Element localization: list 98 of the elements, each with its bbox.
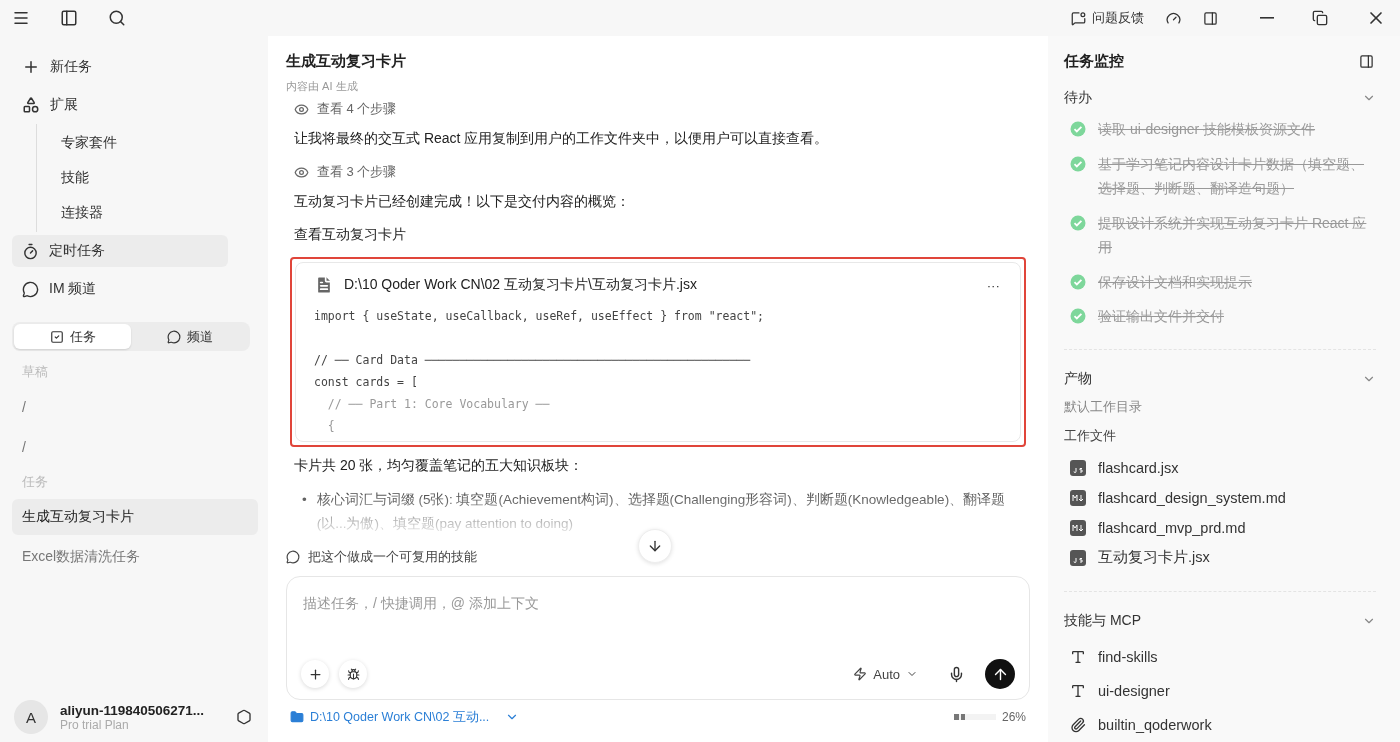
plus-icon	[307, 666, 323, 682]
segment-tab[interactable]: 频道	[131, 324, 248, 349]
script-file-icon	[1070, 459, 1086, 476]
script-file-icon	[1070, 549, 1086, 566]
chat-icon	[22, 280, 39, 298]
chat-icon	[286, 550, 300, 564]
search-icon	[108, 9, 126, 27]
gauge-icon	[1166, 10, 1181, 26]
maximize-button[interactable]	[1310, 8, 1330, 28]
bug-button[interactable]	[339, 660, 367, 688]
bullet-text: 核心词汇与词缀 (5张): 填空题(Achievement构词)、选择题(Challenging形容词)、判断题(Knowledgeable)、翻译题(以...为傲)、填空题(pay attention to doing)	[316, 491, 1007, 533]
task-item[interactable]: 生成互动复习卡片	[12, 499, 258, 535]
code-line: // ── Part 1: Core Vocabulary ──	[326, 396, 551, 413]
skill-item[interactable]: builtin_qoderwork	[1064, 708, 1376, 742]
feedback-button[interactable]: 问题反馈	[1069, 7, 1146, 29]
scroll-down-button[interactable]	[638, 529, 672, 563]
file-path: D:\10 Qoder Work CN\02 互动复习卡片\互动复习卡片.jsx	[344, 276, 698, 294]
eye-icon	[294, 101, 309, 117]
more-button[interactable]: ···	[984, 275, 1002, 295]
todo-text: 验证输出文件并交付	[1098, 307, 1224, 326]
steps-toggle[interactable]: 查看 4 个步骤	[294, 98, 397, 120]
usage-percent: 26%	[1001, 710, 1026, 724]
settings-button[interactable]	[234, 707, 254, 727]
microphone-icon	[948, 665, 965, 683]
subsection-heading: 工作文件	[1064, 427, 1117, 445]
todo-text: 读取 ui-designer 技能模板资源文件	[1098, 120, 1316, 139]
code-line: // ── Card Data ───────────────────────────────────────────────	[314, 352, 752, 369]
file-item[interactable]: 互动复习卡片.jsx	[1064, 542, 1376, 573]
nav-item[interactable]: IM 频道	[12, 273, 258, 305]
bullet-marker: •	[302, 491, 307, 509]
nav-item[interactable]: 连接器	[37, 197, 258, 229]
shapes-icon	[22, 96, 40, 114]
group-heading: 草稿	[21, 363, 49, 381]
code-line: {	[326, 418, 336, 435]
task-item[interactable]: /	[12, 429, 258, 465]
checkbox-icon	[49, 329, 64, 344]
file-item[interactable]: flashcard_mvp_prd.md	[1064, 512, 1376, 543]
suggestion-chip[interactable]: 把这个做成一个可复用的技能	[286, 544, 477, 570]
user-avatar: A	[14, 700, 48, 734]
nav-item[interactable]: 技能	[37, 162, 258, 194]
task-item[interactable]: /	[12, 389, 258, 425]
settings-icon	[236, 709, 252, 725]
panel-toggle-button[interactable]	[1357, 52, 1376, 71]
group-heading: 任务	[21, 473, 49, 491]
nav-item[interactable]: 专家套件	[37, 127, 258, 159]
section-header[interactable]: 待办	[1064, 89, 1376, 107]
message-text: 让我将最终的交互式 React 应用复制到用户的工作文件夹中，以便用户可以直接查看。	[294, 129, 830, 148]
bug-icon	[346, 667, 360, 681]
code-line: import { useState, useCallback, useRef, useEffect } from "react";	[314, 308, 766, 325]
section-header[interactable]: 产物	[1064, 369, 1376, 388]
section-header[interactable]: 技能与 MCP	[1064, 612, 1376, 630]
message-icon	[1071, 10, 1086, 26]
add-button[interactable]	[301, 660, 329, 688]
markdown-file-icon	[1070, 489, 1086, 506]
todo-text: 基于学习笔记内容设计卡片数据（填空题、选择题、判断题、翻译造句题）	[1098, 154, 1365, 198]
todo-text: 提取设计系统并实现互动复习卡片 React 应用	[1098, 213, 1368, 257]
message-text: 卡片共 20 张，均匀覆盖笔记的五大知识板块：	[294, 456, 585, 475]
paperclip-icon	[1070, 717, 1086, 733]
segment-tab[interactable]: 任务	[14, 324, 131, 349]
steps-toggle[interactable]: 查看 3 个步骤	[294, 161, 397, 183]
chat-icon	[166, 329, 181, 344]
arrow-down-icon	[647, 538, 663, 554]
minimize-icon	[1260, 17, 1274, 19]
letter-t-icon	[1070, 649, 1086, 665]
message-field[interactable]: 描述任务，/ 快捷调用，@ 添加上下文 Auto	[286, 576, 1030, 700]
send-button[interactable]	[985, 659, 1015, 689]
folder-link[interactable]: D:\10 Qoder Work CN\02 互动...	[290, 708, 520, 726]
mode-dropdown[interactable]: Auto	[847, 665, 924, 683]
task-item[interactable]: Excel数据清洗任务	[12, 539, 258, 575]
eye-icon	[294, 164, 309, 180]
file-item[interactable]: flashcard.jsx	[1064, 452, 1376, 483]
user-name: aliyun-119840506271...	[60, 702, 206, 718]
todo-text: 保存设计文档和实现提示	[1098, 272, 1252, 292]
task-title: 生成互动复习卡片	[286, 52, 407, 71]
panel-icon	[1203, 10, 1218, 26]
message-text: 查看互动复习卡片	[294, 225, 407, 244]
nav-item[interactable]: 扩展	[12, 89, 258, 121]
panel-title: 任务监控	[1064, 52, 1124, 71]
sidebar-icon	[60, 9, 78, 27]
nav-item[interactable]: 新任务	[12, 51, 258, 83]
letter-t-icon	[1070, 683, 1086, 699]
message-text: 互动复习卡片已经创建完成！以下是交付内容的概览：	[294, 192, 631, 211]
code-line: const cards = [	[314, 374, 419, 391]
folder-icon	[290, 710, 304, 724]
ai-notice: 内容由 AI 生成	[286, 79, 359, 94]
markdown-file-icon	[1070, 519, 1086, 536]
menu-icon	[12, 9, 30, 27]
nav-item[interactable]: 定时任务	[12, 235, 228, 267]
restore-icon	[1312, 10, 1328, 26]
timer-icon	[22, 242, 39, 260]
file-item[interactable]: flashcard_design_system.md	[1064, 482, 1376, 513]
directory-label: 默认工作目录	[1064, 397, 1143, 416]
skill-item[interactable]: find-skills	[1064, 640, 1376, 674]
plus-icon	[22, 58, 40, 76]
skill-item[interactable]: ui-designer	[1064, 674, 1376, 708]
user-plan: Pro trial Plan	[60, 717, 129, 732]
panel-icon	[1359, 54, 1374, 69]
lightning-icon	[853, 667, 868, 681]
